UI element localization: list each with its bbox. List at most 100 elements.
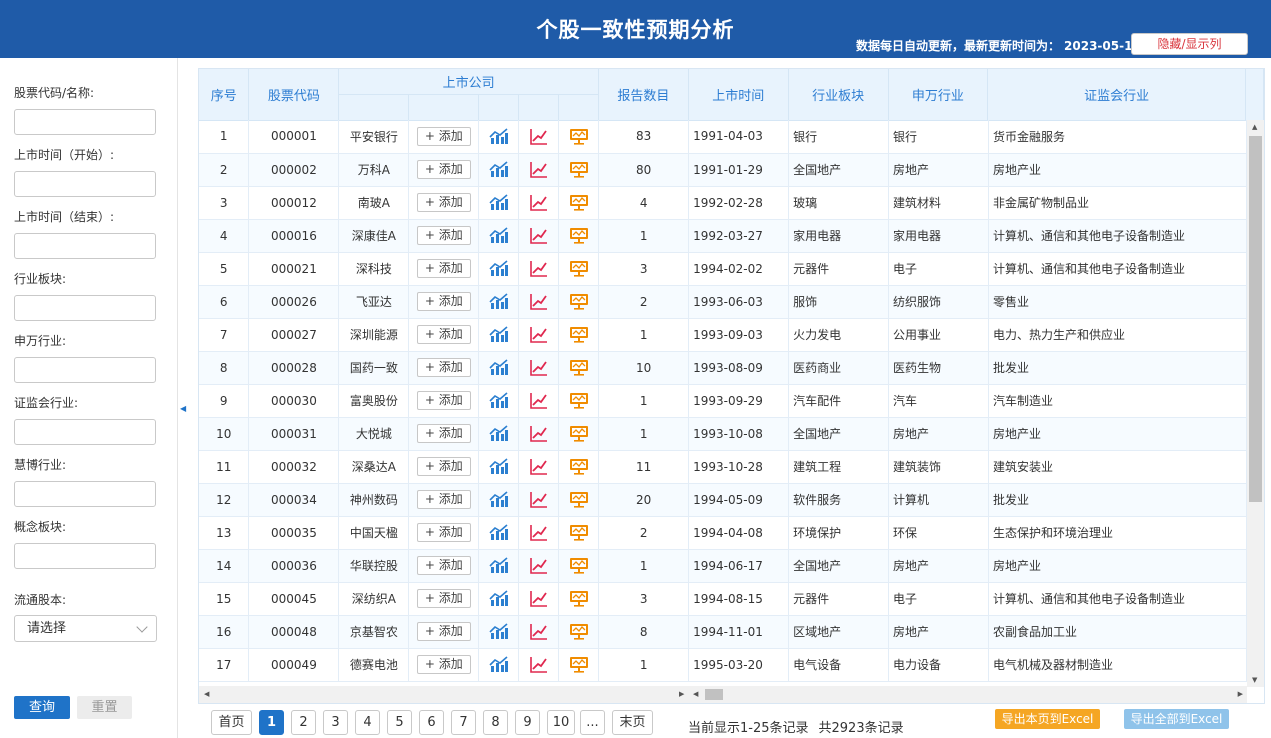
add-button[interactable]: + 添加 (416, 193, 471, 212)
line-chart-icon[interactable] (529, 558, 548, 574)
vertical-scrollbar[interactable]: ▲ ▼ (1247, 120, 1264, 687)
add-button[interactable]: + 添加 (416, 259, 471, 278)
horizontal-scrollbar[interactable]: ◀ ▶ ◀ ▶ (199, 686, 1247, 703)
add-button[interactable]: + 添加 (416, 457, 471, 476)
add-button[interactable]: + 添加 (416, 358, 471, 377)
line-chart-icon[interactable] (529, 327, 548, 343)
col-header-sw-industry[interactable]: 申万行业 (888, 69, 989, 121)
monitor-chart-icon[interactable] (569, 426, 589, 442)
page-number-button[interactable]: 5 (387, 710, 412, 735)
line-chart-icon[interactable] (529, 426, 548, 442)
cell-name[interactable]: 平安银行 (338, 120, 410, 154)
cell-name[interactable]: 深桑达A (338, 450, 410, 484)
monitor-chart-icon[interactable] (569, 525, 589, 541)
line-chart-icon[interactable] (529, 591, 548, 607)
query-button[interactable]: 查询 (14, 696, 70, 719)
cell-name[interactable]: 大悦城 (338, 417, 410, 451)
monitor-chart-icon[interactable] (569, 492, 589, 508)
line-chart-icon[interactable] (529, 294, 548, 310)
table-row[interactable]: 7 000027 深圳能源 + 添加 1 1993-09-03 火力发电 公用事业 电力、热力生… (199, 318, 1247, 352)
table-row[interactable]: 3 000012 南玻A + 添加 4 1992-02-28 玻璃 建筑材料 非金属矿物制品业 (199, 186, 1247, 220)
scroll-down-arrow-icon[interactable]: ▼ (1252, 676, 1257, 684)
add-button[interactable]: + 添加 (416, 126, 471, 146)
line-chart-icon[interactable] (529, 228, 548, 244)
bar-trend-chart-icon[interactable] (489, 128, 509, 144)
col-header-csrc-industry[interactable]: 证监会行业 (987, 69, 1246, 121)
cell-name[interactable]: 万科A (338, 153, 410, 187)
listing-end-input[interactable] (14, 233, 156, 259)
bar-trend-chart-icon[interactable] (489, 557, 509, 573)
page-number-button[interactable]: 10 (547, 710, 575, 735)
add-button[interactable]: + 添加 (416, 424, 471, 443)
scroll-left-arrow-icon-2[interactable]: ◀ (693, 690, 698, 698)
add-button[interactable]: + 添加 (416, 490, 471, 509)
monitor-chart-icon[interactable] (569, 624, 589, 640)
horizontal-scroll-thumb[interactable] (705, 689, 723, 700)
page-number-button[interactable]: 8 (483, 710, 508, 735)
page-number-button[interactable]: 7 (451, 710, 476, 735)
csrc-industry-input[interactable] (14, 419, 156, 445)
table-row[interactable]: 8 000028 国药一致 + 添加 10 1993-08-09 医药商业 医药生物 批发业 (199, 351, 1247, 385)
scroll-right-arrow-icon[interactable]: ▶ (679, 690, 684, 698)
line-chart-icon[interactable] (529, 360, 548, 376)
add-button[interactable]: + 添加 (416, 325, 471, 344)
bar-trend-chart-icon[interactable] (489, 293, 509, 309)
collapse-sidebar-icon[interactable]: ◀ (180, 404, 186, 416)
bar-trend-chart-icon[interactable] (489, 260, 509, 276)
line-chart-icon[interactable] (529, 459, 548, 475)
cell-name[interactable]: 国药一致 (338, 351, 410, 385)
add-button[interactable]: + 添加 (416, 292, 471, 311)
cell-name[interactable]: 南玻A (338, 186, 410, 220)
cell-name[interactable]: 深纺织A (338, 582, 410, 616)
line-chart-icon[interactable] (529, 128, 548, 145)
bar-trend-chart-icon[interactable] (489, 656, 509, 672)
listing-start-input[interactable] (14, 171, 156, 197)
table-row[interactable]: 10 000031 大悦城 + 添加 1 1993-10-08 全国地产 房地产 房地产业 (199, 417, 1247, 451)
page-number-button[interactable]: 1 (259, 710, 284, 735)
page-number-button[interactable]: 2 (291, 710, 316, 735)
vertical-scroll-thumb[interactable] (1249, 136, 1262, 502)
bar-trend-chart-icon[interactable] (489, 491, 509, 507)
cell-name[interactable]: 德赛电池 (338, 648, 410, 682)
scroll-up-arrow-icon[interactable]: ▲ (1252, 123, 1257, 131)
col-header-seq[interactable]: 序号 (199, 69, 250, 121)
table-row[interactable]: 11 000032 深桑达A + 添加 11 1993-10-28 建筑工程 建筑装饰 建筑安装… (199, 450, 1247, 484)
concept-input[interactable] (14, 543, 156, 569)
cell-name[interactable]: 深科技 (338, 252, 410, 286)
bar-trend-chart-icon[interactable] (489, 194, 509, 210)
bar-trend-chart-icon[interactable] (489, 524, 509, 540)
page-first-button[interactable]: 首页 (211, 710, 252, 735)
col-header-listing-date[interactable]: 上市时间 (688, 69, 789, 121)
monitor-chart-icon[interactable] (569, 327, 589, 343)
bar-trend-chart-icon[interactable] (489, 326, 509, 342)
page-ellipsis-button[interactable]: ... (580, 710, 605, 735)
table-row[interactable]: 12 000034 神州数码 + 添加 20 1994-05-09 软件服务 计算机 批发业 (199, 483, 1247, 517)
cell-name[interactable]: 飞亚达 (338, 285, 410, 319)
table-row[interactable]: 6 000026 飞亚达 + 添加 2 1993-06-03 服饰 纺织服饰 零售业 (199, 285, 1247, 319)
export-all-excel-button[interactable]: 导出全部到Excel (1124, 709, 1229, 729)
hide-show-columns-button[interactable]: 隐藏/显示列 (1131, 33, 1248, 55)
stock-code-input[interactable] (14, 109, 156, 135)
add-button[interactable]: + 添加 (416, 589, 471, 608)
float-shares-select[interactable]: 请选择 (14, 615, 157, 642)
bar-trend-chart-icon[interactable] (489, 425, 509, 441)
page-number-button[interactable]: 4 (355, 710, 380, 735)
bar-trend-chart-icon[interactable] (489, 161, 509, 177)
table-row[interactable]: 4 000016 深康佳A + 添加 1 1992-03-27 家用电器 家用电器 计算机、通信… (199, 219, 1247, 253)
bar-trend-chart-icon[interactable] (489, 359, 509, 375)
monitor-chart-icon[interactable] (569, 393, 589, 409)
line-chart-icon[interactable] (529, 195, 548, 211)
bar-trend-chart-icon[interactable] (489, 623, 509, 639)
line-chart-icon[interactable] (529, 657, 548, 673)
add-button[interactable]: + 添加 (416, 523, 471, 542)
cell-name[interactable]: 神州数码 (338, 483, 410, 517)
line-chart-icon[interactable] (529, 393, 548, 409)
export-page-excel-button[interactable]: 导出本页到Excel (995, 709, 1100, 729)
table-row[interactable]: 14 000036 华联控股 + 添加 1 1994-06-17 全国地产 房地产 房地产业 (199, 549, 1247, 583)
bar-trend-chart-icon[interactable] (489, 458, 509, 474)
table-row[interactable]: 16 000048 京基智农 + 添加 8 1994-11-01 区域地产 房地产 农副食品加工… (199, 615, 1247, 649)
bar-trend-chart-icon[interactable] (489, 590, 509, 606)
monitor-chart-icon[interactable] (569, 657, 589, 673)
cell-name[interactable]: 京基智农 (338, 615, 410, 649)
add-button[interactable]: + 添加 (416, 556, 471, 575)
